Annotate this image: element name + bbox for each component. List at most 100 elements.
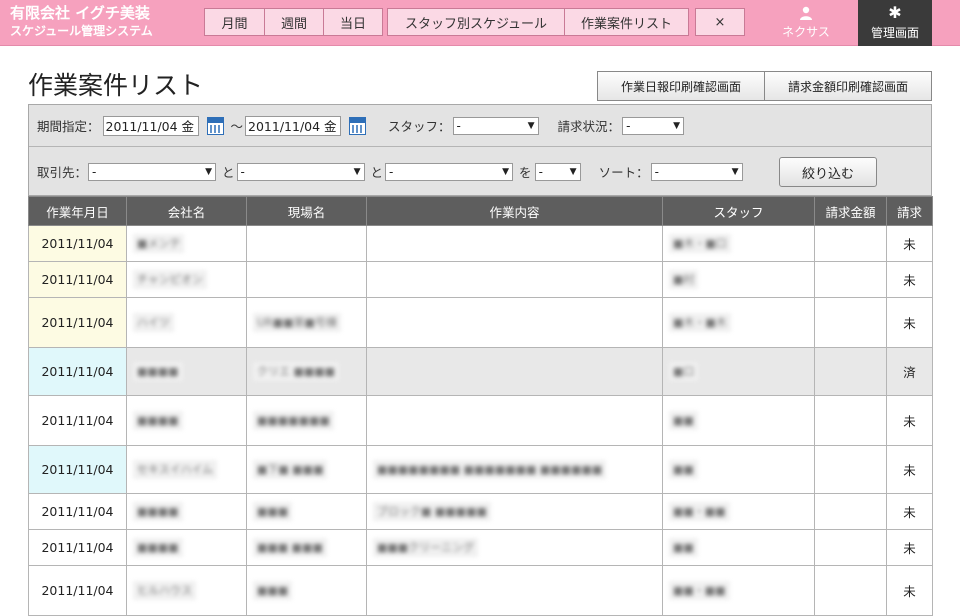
table-row[interactable]: 2011/11/04 チャンピオン ■村 未 [28,261,933,298]
nav-staff-schedule[interactable]: スタッフ別スケジュール [387,8,565,36]
date-from-input[interactable]: 2011/11/04 金 [102,115,199,136]
nav-group-lists: スタッフ別スケジュール 作業案件リスト × [387,8,745,36]
cell-billing-status: 未 [886,395,933,446]
cell-staff: ■■ [662,395,815,446]
cell-billing-status: 未 [886,565,933,616]
table-header-row: 作業年月日 会社名 現場名 作業内容 スタッフ 請求金額 請求 [28,196,933,226]
nav-job-list[interactable]: 作業案件リスト [564,8,689,36]
wo-label: を [519,165,532,180]
nav-group-calendar: 月間 週間 当日 [204,8,383,36]
cell-work: ブロック■ ■■■■■ [366,493,663,530]
cell-work-text: ブロック■ ■■■■■ [373,502,491,521]
col-header-work[interactable]: 作業内容 [366,196,663,226]
cell-company-text: ハイツ [133,313,174,332]
cell-company: ハイツ [126,297,247,348]
col-header-billing[interactable]: 請求 [886,196,933,226]
cell-amount [814,261,887,298]
cell-billing-status: 未 [886,529,933,566]
nav-weekly[interactable]: 週間 [264,8,324,36]
calendar-icon[interactable] [349,116,367,135]
cell-company-text: ■■■■ [133,362,183,381]
date-to-input[interactable]: 2011/11/04 金 [245,115,342,136]
cell-site-text: ■■■■■■■ [253,411,334,430]
table-row[interactable]: 2011/11/04 ■■■■ ■■■ ■■■ ■■■クリーニング ■■ 未 [28,529,933,566]
col-header-amount[interactable]: 請求金額 [814,196,887,226]
cell-site [246,261,367,298]
cell-staff: ■村 [662,261,815,298]
cell-date: 2011/11/04 [28,297,127,348]
nav-close-button[interactable]: × [695,8,745,36]
cell-work [366,347,663,396]
cell-amount [814,225,887,262]
client-mode-select[interactable]: - ▼ [534,162,581,181]
invoice-print-button[interactable]: 請求金額印刷確認画面 [764,71,932,101]
filter-submit-button[interactable]: 絞り込む [779,157,877,187]
table-row[interactable]: 2011/11/04 ■■■■ ■■■■■■■ ■■ 未 [28,395,933,446]
col-header-date[interactable]: 作業年月日 [28,196,127,226]
table-row[interactable]: 2011/11/04 ■メンテ ■木・■口 未 [28,225,933,262]
cell-company: ■メンテ [126,225,247,262]
cell-date: 2011/11/04 [28,529,127,566]
admin-menu[interactable]: ✱ 管理画面 [858,0,932,46]
daily-report-print-button[interactable]: 作業日報印刷確認画面 [597,71,765,101]
client-select-1[interactable]: - ▼ [88,162,217,181]
cell-work [366,225,663,262]
cell-company-text: ■■■■ [133,538,183,557]
nav-today[interactable]: 当日 [323,8,383,36]
cell-work [366,565,663,616]
table-row[interactable]: 2011/11/04 ■■■■ クリエ ■■■■ ■口 済 [28,347,933,396]
cell-work: ■■■■■■■■ ■■■■■■■ ■■■■■■ [366,445,663,494]
cell-company-text: ■■■■ [133,502,183,521]
chevron-down-icon: ▼ [527,120,535,131]
cell-site-text: ■■■ ■■■ [253,538,327,557]
cell-amount [814,529,887,566]
client-select-3[interactable]: - ▼ [385,162,514,181]
filter-row-client: 取引先： - ▼ と - ▼ と - ▼ を - ▼ ソート： - ▼ 絞り込む [29,148,931,195]
cell-staff: ■口 [662,347,815,396]
cell-billing-status: 済 [886,347,933,396]
cell-staff: ■木・■口 [662,225,815,262]
cell-date: 2011/11/04 [28,225,127,262]
cell-billing-status: 未 [886,445,933,494]
cell-site-text: ■■■ [253,502,293,521]
cell-staff-text: ■村 [669,270,699,289]
cell-staff: ■■・■■ [662,493,815,530]
table-row[interactable]: 2011/11/04 ヒルハウス ■■■ ■■・■■ 未 [28,565,933,616]
cell-staff: ■■・■■ [662,565,815,616]
table-row[interactable]: 2011/11/04 セキスイハイム ■下■ ■■■ ■■■■■■■■ ■■■■■■■… [28,445,933,494]
cell-amount [814,565,887,616]
cell-staff-text: ■木・■木 [669,313,731,332]
col-header-staff[interactable]: スタッフ [662,196,815,226]
sort-select[interactable]: - ▼ [650,162,743,181]
cell-amount [814,493,887,530]
cell-company: ■■■■ [126,347,247,396]
billing-status-select[interactable]: - ▼ [622,116,685,135]
cell-work [366,297,663,348]
cell-work [366,395,663,446]
user-menu[interactable]: ネクサス [772,0,840,46]
cell-company-text: ■メンテ [133,234,185,253]
staff-select-value: - [456,118,461,133]
col-header-site[interactable]: 現場名 [246,196,367,226]
client-select-2[interactable]: - ▼ [236,162,365,181]
cell-site-text: ■■■ [253,581,293,600]
client-select-2-value: - [240,164,245,179]
nav-monthly[interactable]: 月間 [204,8,265,36]
cell-date: 2011/11/04 [28,347,127,396]
staff-select[interactable]: - ▼ [452,116,539,135]
chevron-down-icon: ▼ [731,166,739,177]
cell-date: 2011/11/04 [28,493,127,530]
col-header-company[interactable]: 会社名 [126,196,247,226]
sort-select-value: - [654,164,659,179]
client-mode-value: - [538,164,543,179]
cell-amount [814,395,887,446]
cell-billing-status: 未 [886,261,933,298]
table-row[interactable]: 2011/11/04 ■■■■ ■■■ ブロック■ ■■■■■ ■■・■■ 未 [28,493,933,530]
user-icon [800,6,812,20]
calendar-icon[interactable] [206,116,224,135]
cell-company-text: セキスイハイム [133,460,218,479]
sort-label: ソート： [598,165,649,180]
table-row[interactable]: 2011/11/04 ハイツ UR■■第■号棟 ■木・■木 未 [28,297,933,348]
cell-site: ■■■ ■■■ [246,529,367,566]
client-label: 取引先： [37,165,88,180]
